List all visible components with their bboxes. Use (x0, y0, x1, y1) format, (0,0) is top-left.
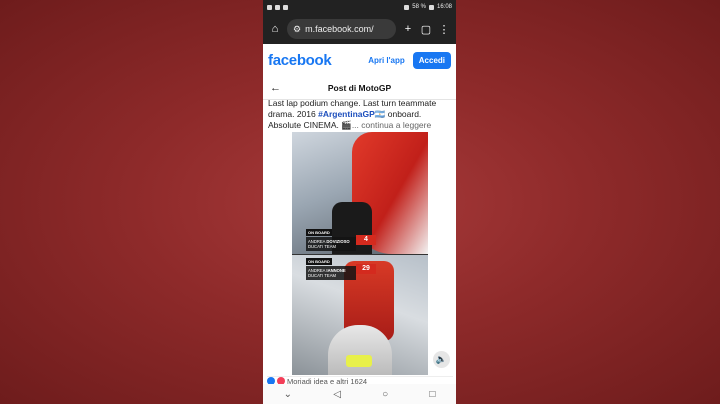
tabs-icon[interactable]: ▢ (420, 23, 432, 36)
chevron-down-icon[interactable]: ⌄ (284, 389, 292, 400)
home-icon[interactable]: ⌂ (269, 23, 281, 35)
bike-number-plate (346, 355, 372, 367)
battery-level: 58 % (412, 4, 426, 10)
hashtag-link[interactable]: #ArgentinaGP (318, 109, 375, 119)
new-tab-icon[interactable]: + (402, 23, 414, 35)
recents-icon[interactable]: □ (429, 389, 435, 400)
back-icon[interactable]: ◁ (333, 389, 341, 400)
phone-screen: 58 % 16:08 ⌂ ⚙ m.facebook.com/ + ▢ ⋮ fac… (263, 0, 456, 404)
home-button-icon[interactable]: ○ (382, 389, 388, 400)
onboard-tag: ON BOARD (306, 258, 332, 265)
status-bar: 58 % 16:08 (263, 0, 456, 14)
video-player[interactable]: ON BOARD ANDREA DOVIZIOSO DUCATI TEAM 4 O… (292, 132, 428, 375)
rider-name: ANDREA IANNONE DUCATI TEAM (306, 266, 356, 280)
post-text: Last lap podium change. Last turn teamma… (268, 98, 454, 131)
post-text-line: Absolute CINEMA. 🎬... continua a leggere (268, 120, 432, 130)
flag-emoji: 🇦🇷 (374, 109, 386, 119)
browser-toolbar: ⌂ ⚙ m.facebook.com/ + ▢ ⋮ (263, 14, 456, 44)
onboard-overlay: ON BOARD ANDREA IANNONE DUCATI TEAM 29 (306, 258, 376, 280)
video-frame-bottom: ON BOARD ANDREA IANNONE DUCATI TEAM 29 (292, 255, 428, 375)
rider-number: 29 (356, 264, 376, 274)
video-frame-top: ON BOARD ANDREA DOVIZIOSO DUCATI TEAM 4 (292, 132, 428, 254)
facebook-header: facebook Apri l'app Accedi (263, 44, 456, 76)
android-nav-bar: ⌄ ◁ ○ □ (263, 384, 456, 404)
clock: 16:08 (436, 4, 452, 10)
battery-icon (428, 4, 434, 10)
post-text-line: Last lap podium change. Last turn teamma… (268, 98, 437, 108)
rider-number: 4 (356, 235, 376, 245)
notification-icon (275, 4, 280, 10)
post-header: ← Post di MotoGP (263, 76, 456, 100)
read-more-link[interactable]: ... continua a leggere (352, 120, 431, 130)
sign-in-button[interactable]: Accedi (412, 51, 451, 69)
rider-name: ANDREA DOVIZIOSO DUCATI TEAM (306, 237, 356, 251)
volume-icon[interactable]: 🔈 (433, 351, 450, 368)
onboard-tag: ON BOARD (306, 229, 332, 236)
open-app-link[interactable]: Apri l'app (368, 56, 405, 65)
page-title: Post di MotoGP (327, 82, 392, 93)
notification-icon (283, 4, 288, 10)
motorcycle (328, 325, 392, 375)
facebook-logo[interactable]: facebook (268, 52, 332, 69)
address-bar[interactable]: ⚙ m.facebook.com/ (287, 19, 396, 39)
post-text-line: drama. 2016 #ArgentinaGP🇦🇷 onboard. (268, 109, 422, 119)
notification-icon (267, 4, 272, 10)
url-text: m.facebook.com/ (305, 24, 374, 34)
menu-icon[interactable]: ⋮ (438, 23, 450, 36)
onboard-overlay: ON BOARD ANDREA DOVIZIOSO DUCATI TEAM 4 (306, 229, 376, 251)
wifi-icon (404, 4, 410, 10)
back-arrow-icon[interactable]: ← (270, 82, 281, 94)
site-settings-icon[interactable]: ⚙ (293, 24, 301, 35)
